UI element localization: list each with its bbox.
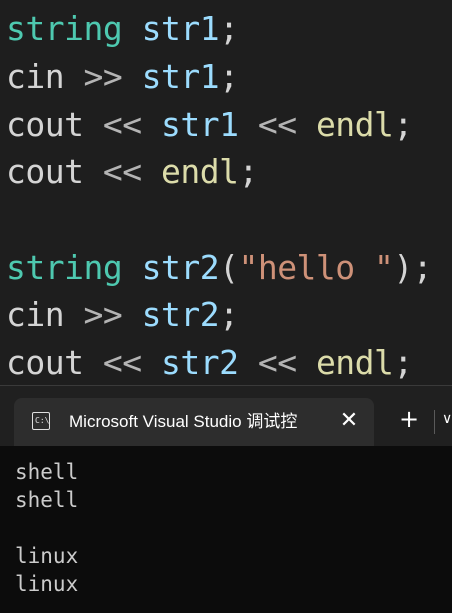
code-token: << xyxy=(238,105,316,144)
code-token: cout xyxy=(6,343,84,382)
code-token: ; xyxy=(393,343,413,382)
terminal-tab[interactable]: C:\ Microsoft Visual Studio 调试控 ✕ xyxy=(14,398,374,446)
code-token: endl xyxy=(315,105,394,144)
code-line: string str2("hello "); xyxy=(6,244,433,292)
code-line: cout << str2 << endl; xyxy=(6,339,413,387)
code-token: << xyxy=(238,343,316,382)
code-token: ( xyxy=(219,248,239,287)
code-token: str2 xyxy=(160,343,239,382)
code-token: cin xyxy=(6,57,65,96)
code-token: str1 xyxy=(141,9,220,48)
output-line: linux xyxy=(15,572,79,596)
code-token: string xyxy=(6,9,123,48)
close-icon[interactable]: ✕ xyxy=(336,406,362,436)
console-icon: C:\ xyxy=(32,412,50,430)
terminal-tab-bar: C:\ Microsoft Visual Studio 调试控 ✕ + ∨ xyxy=(0,386,452,446)
code-token: ; xyxy=(219,9,239,48)
code-token: endl xyxy=(160,152,239,191)
code-token: ); xyxy=(393,248,433,287)
code-token: << xyxy=(83,105,161,144)
code-token: "hello " xyxy=(238,248,394,287)
code-token: str1 xyxy=(141,57,220,96)
tab-title: Microsoft Visual Studio 调试控 xyxy=(69,412,298,431)
code-line: cout << str1 << endl; xyxy=(6,101,413,149)
chevron-down-icon[interactable]: ∨ xyxy=(442,404,452,434)
code-token: str2 xyxy=(141,248,220,287)
code-token: ; xyxy=(393,105,413,144)
code-token: string xyxy=(6,248,123,287)
code-line: string str1; xyxy=(6,5,239,53)
code-token: str2 xyxy=(141,295,220,334)
code-token: ; xyxy=(238,152,258,191)
tab-divider xyxy=(434,410,435,434)
code-token: >> xyxy=(64,57,142,96)
code-token: ; xyxy=(219,295,239,334)
code-line: cin >> str2; xyxy=(6,291,239,339)
output-line: shell xyxy=(15,460,79,484)
code-line: cout << endl; xyxy=(6,148,258,196)
code-token: >> xyxy=(64,295,142,334)
code-token: ; xyxy=(219,57,239,96)
output-line: linux xyxy=(15,544,79,568)
code-token: cin xyxy=(6,295,65,334)
code-token: cout xyxy=(6,105,84,144)
output-line: shell xyxy=(15,488,79,512)
code-token: str1 xyxy=(160,105,239,144)
code-token: endl xyxy=(315,343,394,382)
plus-icon[interactable]: + xyxy=(394,404,424,434)
code-line: cin >> str1; xyxy=(6,53,239,101)
code-editor: string str1; cin >> str1; cout << str1 <… xyxy=(0,0,452,386)
code-token: << xyxy=(83,343,161,382)
terminal-window: C:\ Microsoft Visual Studio 调试控 ✕ + ∨ sh… xyxy=(0,385,452,613)
console-icon-label: C:\ xyxy=(35,416,50,425)
code-token: << xyxy=(83,152,161,191)
code-token: cout xyxy=(6,152,84,191)
